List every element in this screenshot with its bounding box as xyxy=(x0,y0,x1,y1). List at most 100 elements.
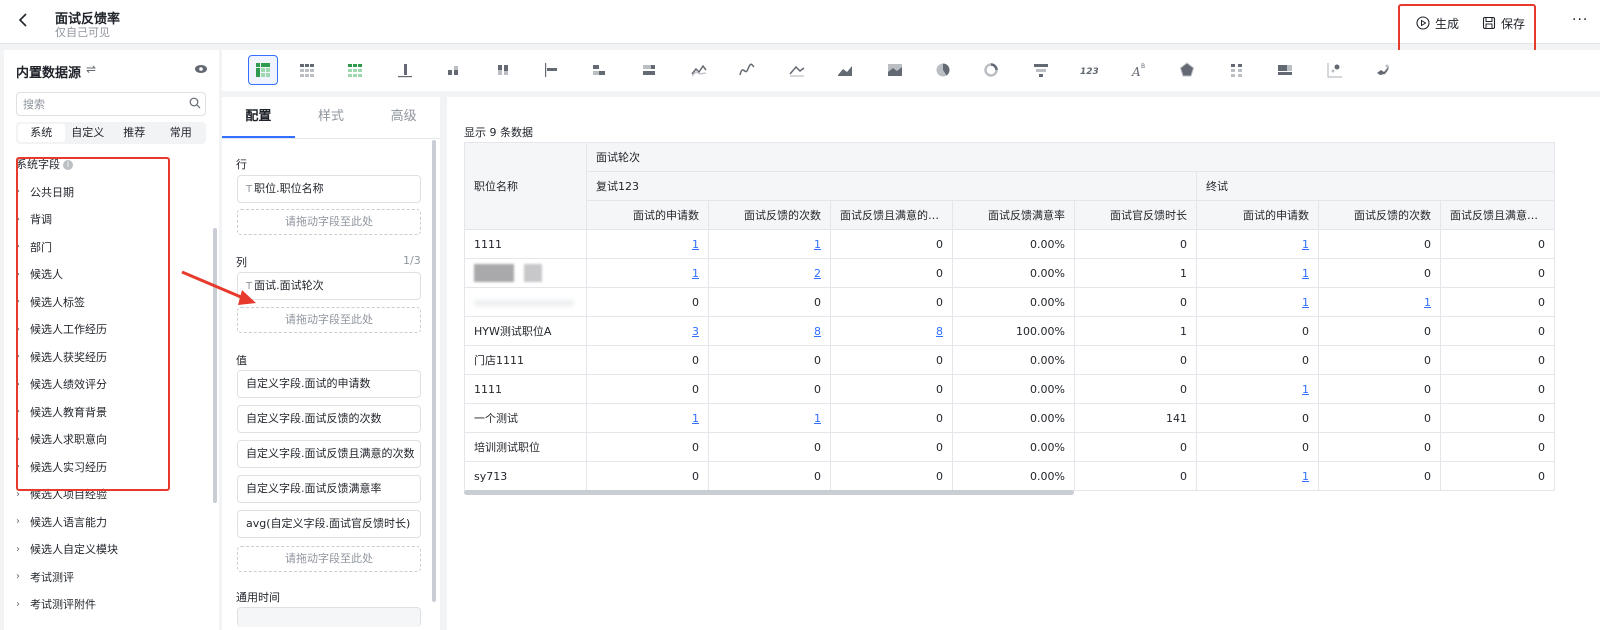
detail-table-button[interactable] xyxy=(340,55,370,85)
drilldown-link[interactable]: 1 xyxy=(1424,296,1431,309)
heatmap-button[interactable] xyxy=(1270,55,1300,85)
rows-drop-zone[interactable]: 请拖动字段至此处 xyxy=(237,209,421,235)
value-cell: 0 xyxy=(1318,258,1441,288)
map-button[interactable] xyxy=(1368,55,1398,85)
values-drop-zone[interactable]: 请拖动字段至此处 xyxy=(237,546,421,572)
value-cell: 0.00% xyxy=(952,374,1075,404)
donut-chart-button[interactable] xyxy=(976,55,1006,85)
value-cell: 1 xyxy=(1196,229,1319,259)
value-field-chip[interactable]: avg(自定义字段.面试官反馈时长) xyxy=(237,510,421,538)
drilldown-link[interactable]: 1 xyxy=(1302,383,1309,396)
matrix-button[interactable] xyxy=(1222,55,1252,85)
field-search-input[interactable] xyxy=(16,92,206,116)
drilldown-link[interactable]: 8 xyxy=(814,325,821,338)
value-cell: 0 xyxy=(1318,432,1441,462)
value-cell: 0 xyxy=(1074,345,1197,375)
pie-chart-button[interactable] xyxy=(928,55,958,85)
drilldown-link[interactable]: 1 xyxy=(1302,296,1309,309)
stacked-bar-button[interactable] xyxy=(584,55,614,85)
radar-chart-button[interactable] xyxy=(1172,55,1202,85)
value-cell: 2 xyxy=(708,258,831,288)
drilldown-link[interactable]: 2 xyxy=(814,267,821,280)
field-tree-item[interactable]: › 候选人自定义模块 xyxy=(16,536,196,564)
tab-system[interactable]: 系统 xyxy=(18,124,65,142)
table-horizontal-scrollbar[interactable] xyxy=(464,490,1074,495)
redacted-cell xyxy=(464,258,587,288)
percent-bar-icon xyxy=(643,65,655,75)
value-field-chip[interactable]: 自定义字段.面试反馈的次数 xyxy=(237,405,421,433)
value-cell: 1 xyxy=(1196,258,1319,288)
field-tree-item[interactable]: › 考试测评 xyxy=(16,563,196,591)
percent-bar-button[interactable] xyxy=(634,55,664,85)
value-cell: 0 xyxy=(1440,432,1555,462)
value-field-chip[interactable]: 自定义字段.面试反馈且满意的次数 xyxy=(237,440,421,468)
bar-chart-button[interactable] xyxy=(536,55,566,85)
save-button[interactable]: 保存 xyxy=(1482,14,1525,32)
drilldown-link[interactable]: 1 xyxy=(1302,238,1309,251)
drilldown-link[interactable]: 1 xyxy=(814,238,821,251)
drilldown-link[interactable]: 3 xyxy=(692,325,699,338)
top-header: 面试反馈率 仅自己可见 生成 保存 ··· xyxy=(0,0,1600,56)
measure-header-cell: 面试官反馈时长 xyxy=(1074,200,1197,230)
funnel-chart-button[interactable] xyxy=(1026,55,1056,85)
pie-chart-icon xyxy=(936,63,950,77)
value-cell: 0 xyxy=(1440,316,1555,346)
stacked-area-button[interactable] xyxy=(830,55,860,85)
value-cell: 0.00% xyxy=(952,432,1075,462)
back-button[interactable] xyxy=(14,10,34,30)
value-field-chip[interactable]: 自定义字段.面试的申请数 xyxy=(237,370,421,398)
value-cell: 1 xyxy=(1074,316,1197,346)
drilldown-link[interactable]: 1 xyxy=(692,238,699,251)
stacked-column-button[interactable] xyxy=(438,55,468,85)
field-tree-item[interactable]: › 考试测评附件 xyxy=(16,591,196,619)
drilldown-link[interactable]: 1 xyxy=(1302,267,1309,280)
tab-recommended[interactable]: 推荐 xyxy=(111,124,158,142)
grouped-column-button[interactable] xyxy=(488,55,518,85)
save-icon xyxy=(1482,16,1496,30)
area-chart-button[interactable] xyxy=(782,55,812,85)
number-card-button[interactable]: 123 xyxy=(1074,55,1104,85)
smooth-line-button[interactable] xyxy=(732,55,762,85)
columns-drop-zone[interactable]: 请拖动字段至此处 xyxy=(237,307,421,333)
tab-config[interactable]: 配置 xyxy=(222,97,295,138)
drilldown-link[interactable]: 1 xyxy=(692,267,699,280)
value-cell: 0 xyxy=(1440,258,1555,288)
heatmap-icon xyxy=(1278,65,1292,75)
more-button[interactable]: ··· xyxy=(1572,12,1588,28)
tab-frequent[interactable]: 常用 xyxy=(158,124,205,142)
measure-header-cell: 面试的申请数 xyxy=(586,200,709,230)
value-cell: 0 xyxy=(830,287,953,317)
drilldown-link[interactable]: 1 xyxy=(692,412,699,425)
value-cell: 1 xyxy=(1196,461,1319,491)
value-field-chip[interactable]: 自定义字段.面试反馈满意率 xyxy=(237,475,421,503)
drilldown-link[interactable]: 1 xyxy=(1302,470,1309,483)
word-cloud-button[interactable]: AB xyxy=(1124,55,1154,85)
chevron-right-icon: › xyxy=(16,598,20,610)
scatter-button[interactable] xyxy=(1320,55,1350,85)
svg-text:B: B xyxy=(1141,63,1145,70)
stacked-area-icon xyxy=(838,66,852,76)
field-category-tabs: 系统 自定义 推荐 常用 xyxy=(16,122,206,144)
tab-style[interactable]: 样式 xyxy=(295,97,368,138)
line-chart-button[interactable] xyxy=(684,55,714,85)
redacted-cell xyxy=(464,287,587,317)
column-field-chip[interactable]: T 面试.面试轮次 xyxy=(237,272,421,300)
row-field-chip[interactable]: T 职位.职位名称 xyxy=(237,175,421,203)
percent-area-button[interactable] xyxy=(880,55,910,85)
tab-custom[interactable]: 自定义 xyxy=(65,124,112,142)
pivot-table-button[interactable] xyxy=(248,55,278,85)
tab-advanced[interactable]: 高级 xyxy=(367,97,440,138)
field-tree-item[interactable]: › 候选人语言能力 xyxy=(16,508,196,536)
drilldown-link[interactable]: 8 xyxy=(936,325,943,338)
table-button[interactable] xyxy=(292,55,322,85)
value-cell: 0 xyxy=(1318,461,1441,491)
swap-icon[interactable]: ⇌ xyxy=(86,62,96,76)
generate-button[interactable]: 生成 xyxy=(1416,14,1459,32)
time-field-chip[interactable] xyxy=(237,607,421,627)
eye-icon[interactable] xyxy=(194,64,208,74)
config-scrollbar[interactable] xyxy=(432,140,436,602)
column-chart-button[interactable] xyxy=(390,55,420,85)
text-type-icon: T xyxy=(246,184,253,195)
column-field-label: 面试.面试轮次 xyxy=(254,279,324,292)
drilldown-link[interactable]: 1 xyxy=(814,412,821,425)
